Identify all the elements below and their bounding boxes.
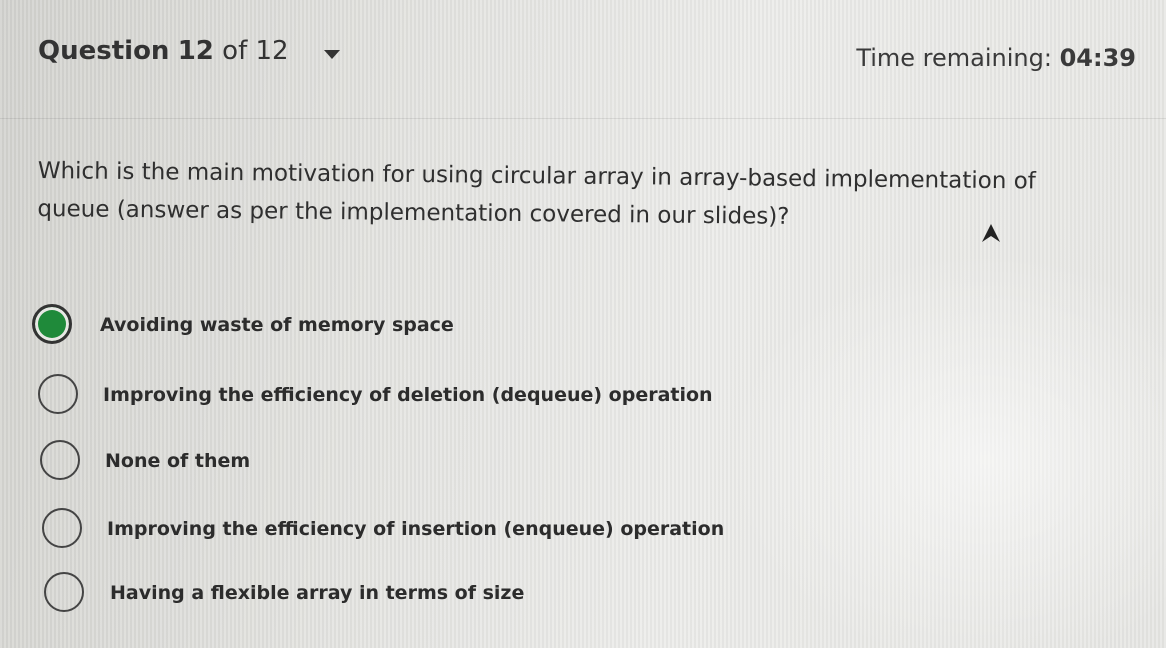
- question-counter: Question 12 of 12: [38, 36, 289, 66]
- answer-option-5[interactable]: Having a flexible array in terms of size: [0, 568, 780, 620]
- answer-option-label: Avoiding waste of memory space: [100, 314, 454, 336]
- question-word: Question: [38, 36, 170, 66]
- answer-option-1[interactable]: Avoiding waste of memory space: [0, 300, 780, 352]
- answer-option-label: Having a flexible array in terms of size: [110, 582, 525, 604]
- radio-button[interactable]: [42, 508, 82, 548]
- question-total: of 12: [222, 36, 289, 66]
- radio-button[interactable]: [38, 374, 78, 414]
- header-divider: [0, 118, 1166, 119]
- question-number: 12: [177, 36, 214, 66]
- time-remaining: Time remaining: 04:39: [856, 44, 1136, 72]
- screen-glare: [726, 250, 1166, 648]
- answer-option-2[interactable]: Improving the efficiency of deletion (de…: [0, 370, 780, 422]
- quiz-screen: Question 12 of 12 Time remaining: 04:39 …: [0, 0, 1166, 648]
- mouse-cursor-icon: [982, 224, 1000, 242]
- answer-option-label: Improving the efficiency of insertion (e…: [107, 518, 725, 540]
- question-text: Which is the main motivation for using c…: [37, 157, 1036, 230]
- answer-option-3[interactable]: None of them: [0, 436, 780, 488]
- caret-down-icon[interactable]: [324, 50, 340, 59]
- quiz-header: Question 12 of 12 Time remaining: 04:39: [0, 0, 1166, 130]
- radio-button-selected[interactable]: [32, 304, 72, 344]
- answer-option-4[interactable]: Improving the efficiency of insertion (e…: [0, 504, 780, 556]
- timer-label: Time remaining:: [856, 44, 1052, 72]
- answer-option-label: Improving the efficiency of deletion (de…: [103, 384, 713, 406]
- radio-button[interactable]: [40, 440, 80, 480]
- radio-button[interactable]: [44, 572, 84, 612]
- timer-value: 04:39: [1059, 44, 1136, 72]
- answer-option-label: None of them: [105, 450, 251, 472]
